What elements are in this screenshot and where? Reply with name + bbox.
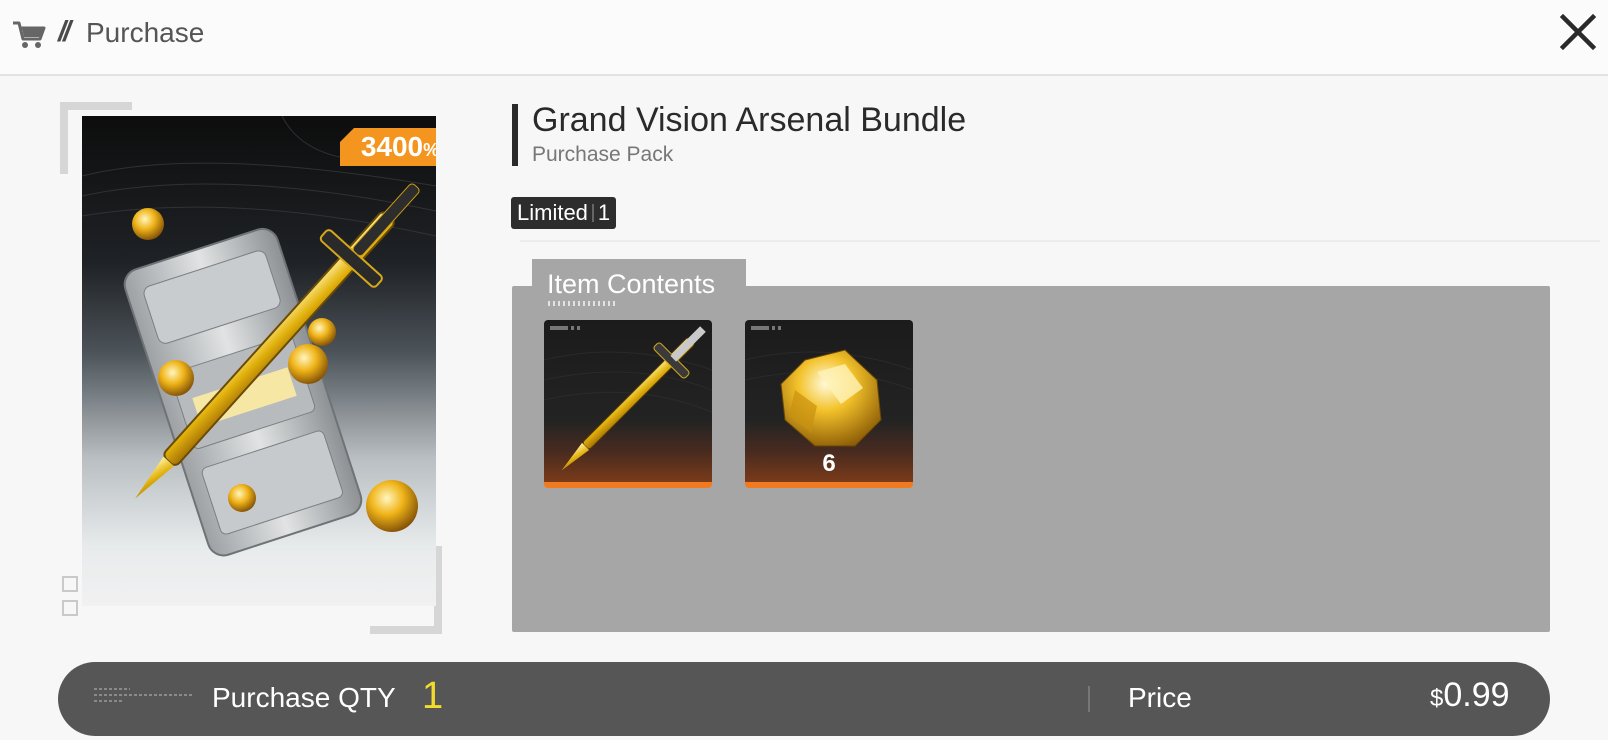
header-slash: // — [58, 16, 71, 48]
price-label: Price — [1128, 682, 1192, 713]
golden-sword-icon — [544, 326, 712, 471]
limited-badge: Limited 1 — [511, 197, 617, 229]
item-contents-tab: Item Contents — [532, 259, 746, 313]
limited-label: Limited — [517, 200, 588, 225]
close-icon[interactable] — [1558, 12, 1598, 52]
item-qty: 6 — [822, 450, 836, 477]
product-image: 3400% — [82, 116, 436, 606]
purchase-qty-label: Purchase QTY — [212, 682, 396, 713]
title-accent-bar — [512, 104, 518, 166]
arsenal-bundle-art-icon — [82, 116, 436, 557]
bar-decoration — [94, 688, 194, 708]
purchase-qty-value[interactable]: 1 — [422, 675, 443, 718]
product-image-frame: 3400% — [60, 102, 452, 634]
item-contents-label: Item Contents — [547, 269, 716, 299]
product-subtitle: Purchase Pack — [532, 143, 674, 166]
discount-badge: 3400% — [340, 128, 436, 166]
item-gold-crystal[interactable]: 6 — [745, 320, 913, 488]
price-value: $0.99 — [1430, 676, 1510, 715]
cart-icon — [13, 21, 46, 48]
divider — [520, 240, 1600, 242]
price-amount: 0.99 — [1443, 676, 1510, 714]
header: // Purchase — [0, 0, 1608, 76]
product-title: Grand Vision Arsenal Bundle — [532, 101, 967, 139]
price-currency: $ — [1430, 685, 1444, 712]
item-golden-sword[interactable] — [544, 320, 712, 488]
limited-count: 1 — [597, 200, 611, 225]
page-title: Purchase — [86, 17, 205, 48]
bar-separator — [1088, 686, 1090, 712]
